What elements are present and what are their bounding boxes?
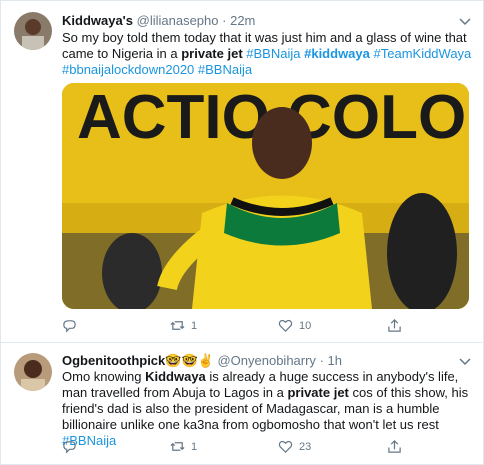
hashtag-link[interactable]: #TeamKiddWaya <box>374 46 472 61</box>
tweet-media-photo[interactable]: ACTIO COLO <box>62 83 469 309</box>
share-icon <box>388 319 401 332</box>
text-bold: private jet <box>287 385 349 400</box>
retweet-icon <box>170 321 185 330</box>
chevron-down-icon[interactable] <box>458 354 472 368</box>
text-segment: Omo knowing <box>62 369 146 384</box>
retweet-button[interactable]: 1 <box>170 318 197 333</box>
separator: · <box>222 13 227 28</box>
hashtag-link[interactable]: #kiddwaya <box>304 46 370 61</box>
separator: · <box>319 353 324 368</box>
avatar-image <box>14 12 52 50</box>
user-handle[interactable]: @Onyenobiharry <box>217 353 315 368</box>
reply-button[interactable] <box>62 318 83 333</box>
like-icon <box>278 319 293 332</box>
timestamp[interactable]: 22m <box>230 13 255 28</box>
like-icon <box>278 440 293 453</box>
reply-icon <box>63 320 76 333</box>
share-button[interactable] <box>387 318 402 333</box>
retweet-icon <box>170 442 185 451</box>
share-icon <box>388 440 401 453</box>
display-name[interactable]: Ogbenitoothpick🤓🤓✌️ <box>62 353 214 368</box>
timestamp[interactable]: 1h <box>328 353 342 368</box>
retweet-button[interactable]: 1 <box>170 439 197 454</box>
text-bold: private jet <box>181 46 243 61</box>
avatar[interactable] <box>14 353 52 391</box>
like-button[interactable]: 10 <box>278 318 311 333</box>
user-handle[interactable]: @lilianasepho <box>137 13 219 28</box>
retweet-count: 1 <box>191 440 198 453</box>
like-count: 23 <box>299 440 312 453</box>
share-button[interactable] <box>387 439 402 454</box>
hashtag-link[interactable]: #bbnaijalockdown2020 <box>62 62 194 77</box>
like-button[interactable]: 23 <box>278 439 311 454</box>
avatar-image <box>14 353 52 391</box>
reply-icon <box>63 441 76 454</box>
hashtag-link[interactable]: #BBNaija <box>198 62 252 77</box>
chevron-down-icon[interactable] <box>458 14 472 28</box>
tweet-header: Ogbenitoothpick🤓🤓✌️ @Onyenobiharry · 1h <box>62 353 342 369</box>
avatar[interactable] <box>14 12 52 50</box>
retweet-count: 1 <box>191 319 198 332</box>
tweet-header: Kiddwaya's @lilianasepho · 22m <box>62 13 255 29</box>
text-bold: Kiddwaya <box>145 369 206 384</box>
like-count: 10 <box>299 319 312 332</box>
tweet-actions: 1 23 <box>62 439 462 457</box>
display-name[interactable]: Kiddwaya's <box>62 13 133 28</box>
tweet-text: Omo knowing Kiddwaya is already a huge s… <box>62 369 472 449</box>
hashtag-link[interactable]: #BBNaija <box>246 46 300 61</box>
reply-button[interactable] <box>62 439 83 454</box>
tweet-text: So my boy told them today that it was ju… <box>62 30 472 78</box>
tweet-1[interactable]: Kiddwaya's @lilianasepho · 22m So my boy… <box>0 0 482 341</box>
photo-image: ACTIO COLO <box>62 83 469 309</box>
tweet-actions: 1 10 <box>62 318 462 336</box>
tweet-2[interactable]: Ogbenitoothpick🤓🤓✌️ @Onyenobiharry · 1h … <box>0 342 482 464</box>
